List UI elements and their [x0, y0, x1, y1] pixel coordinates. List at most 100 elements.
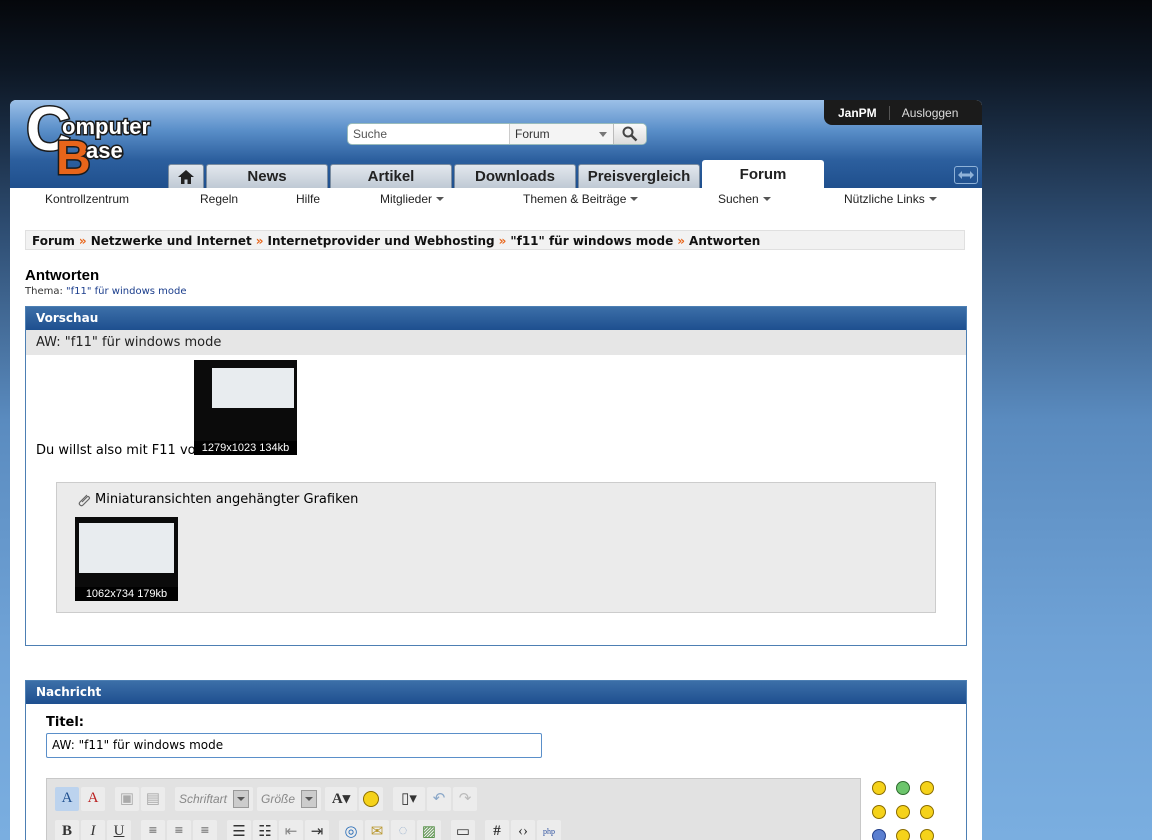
username-link[interactable]: JanPM	[824, 105, 890, 120]
php-code-button[interactable]: php	[537, 819, 561, 840]
search-scope-select[interactable]: Forum	[510, 124, 614, 144]
tab-forum[interactable]: Forum	[702, 160, 824, 188]
crumb-netzwerke[interactable]: Netzwerke und Internet	[91, 234, 252, 248]
crumb-sep: »	[498, 234, 507, 248]
bold-button[interactable]: B	[55, 819, 79, 840]
subnav-suchen[interactable]: Suchen	[718, 192, 771, 206]
preview-panel: Vorschau AW: "f11" für windows mode Du w…	[25, 306, 967, 646]
subnav-regeln[interactable]: Regeln	[200, 192, 238, 206]
paperclip-icon	[78, 494, 91, 506]
align-center-button[interactable]: ≡	[167, 819, 191, 840]
font-select-label: Schriftart	[179, 791, 228, 806]
logout-link[interactable]: Ausloggen	[890, 106, 959, 120]
forum-subnav: Kontrollzentrum Regeln Hilfe Mitglieder …	[10, 188, 982, 210]
tab-home[interactable]	[168, 164, 204, 188]
magnifier-icon	[622, 126, 638, 142]
insert-email-button[interactable]: ✉	[365, 819, 389, 840]
smilie-button[interactable]	[359, 786, 384, 811]
code-hash-button[interactable]: #	[485, 819, 509, 840]
expand-width-button[interactable]	[954, 166, 978, 184]
size-dropdown-arrow-icon	[301, 789, 318, 808]
indent-button[interactable]: ⇥	[305, 819, 329, 840]
grin-icon[interactable]	[896, 781, 910, 795]
search-box: Suche Forum	[347, 123, 647, 145]
thumb-screen	[79, 523, 174, 573]
unordered-list-button[interactable]: ☷	[253, 819, 277, 840]
inline-image-thumbnail[interactable]: 1279x1023 134kb	[194, 360, 297, 455]
search-input[interactable]: Suche	[348, 124, 510, 144]
smile-icon[interactable]	[872, 781, 886, 795]
home-icon	[178, 169, 194, 184]
underline-button[interactable]: U	[107, 819, 131, 840]
text-color-button[interactable]: A▾	[325, 786, 358, 811]
attachment-thumbnail[interactable]: 1062x734 179kb	[75, 517, 178, 601]
cool-icon[interactable]	[920, 805, 934, 819]
insert-image-button[interactable]: ▨	[417, 819, 441, 840]
attach-button[interactable]: ▯▾	[393, 786, 426, 811]
undo-button[interactable]: ↶	[427, 786, 452, 811]
attachment-caption: 1062x734 179kb	[75, 587, 178, 601]
tab-downloads[interactable]: Downloads	[454, 164, 576, 188]
computerbase-logo[interactable]: C omputer B ase	[24, 100, 174, 182]
crumb-provider[interactable]: Internetprovider und Webhosting	[268, 234, 495, 248]
crumb-sep: »	[255, 234, 264, 248]
breadcrumb: Forum» Netzwerke und Internet» Internetpro…	[25, 230, 965, 250]
subnav-links[interactable]: Nützliche Links	[844, 192, 937, 206]
outdent-button[interactable]: ⇤	[279, 819, 303, 840]
size-select[interactable]: Größe	[257, 786, 322, 811]
align-left-button[interactable]: ≡	[141, 819, 165, 840]
preview-text: Du willst also mit F11 von	[36, 443, 204, 458]
attachments-box: Miniaturansichten angehängter Grafiken 1…	[56, 482, 936, 613]
search-button[interactable]	[614, 124, 646, 144]
html-code-button[interactable]: ‹›	[511, 819, 535, 840]
font-dropdown-arrow-icon	[233, 789, 250, 808]
sad-icon[interactable]	[896, 805, 910, 819]
toolbar-row-2: B I U ≡ ≡ ≡ ☰ ☷ ⇤ ⇥ ◎ ✉ ◌ ▨ ▭ # ‹› php	[55, 819, 563, 840]
thread-link[interactable]: "f11" für windows mode	[66, 286, 186, 297]
ordered-list-button[interactable]: ☰	[227, 819, 251, 840]
insert-link-button[interactable]: ◎	[339, 819, 363, 840]
tab-preisvergleich[interactable]: Preisvergleich	[578, 164, 700, 188]
wink-icon[interactable]	[920, 781, 934, 795]
wysiwyg-toggle-button[interactable]: A	[55, 786, 79, 811]
font-select[interactable]: Schriftart	[175, 786, 254, 811]
subnav-themen[interactable]: Themen & Beiträge	[523, 192, 638, 206]
subnav-hilfe[interactable]: Hilfe	[296, 192, 320, 206]
main-tabs: News Artikel Downloads Preisvergleich Fo…	[168, 160, 826, 188]
paste-button[interactable]: ▣	[115, 786, 139, 811]
crumb-sep: »	[677, 234, 686, 248]
thread-reference: Thema: "f11" für windows mode	[25, 286, 187, 297]
subnav-mitglieder[interactable]: Mitglieder	[380, 192, 444, 206]
preview-body: Du willst also mit F11 von 1279x1023 134…	[26, 355, 966, 645]
inline-image-caption: 1279x1023 134kb	[194, 441, 297, 455]
tab-artikel[interactable]: Artikel	[330, 164, 452, 188]
remove-link-button[interactable]: ◌	[391, 819, 415, 840]
title-input[interactable]: AW: "f11" für windows mode	[46, 733, 542, 758]
blue-icon[interactable]	[872, 829, 886, 840]
subnav-kontrollzentrum[interactable]: Kontrollzentrum	[45, 192, 129, 206]
thema-label: Thema:	[25, 286, 63, 297]
attachments-label: Miniaturansichten angehängter Grafiken	[77, 492, 358, 507]
site-header: C omputer B ase JanPM Ausloggen Suche Fo…	[10, 100, 982, 188]
crumb-forum[interactable]: Forum	[32, 234, 75, 248]
align-right-button[interactable]: ≡	[193, 819, 217, 840]
thumb-screen	[212, 368, 294, 408]
redo-button[interactable]: ↷	[453, 786, 478, 811]
crumb-sep: »	[78, 234, 87, 248]
crumb-thread[interactable]: "f11" für windows mode	[510, 234, 673, 248]
attachments-title: Miniaturansichten angehängter Grafiken	[95, 492, 359, 507]
expand-arrows-icon	[958, 171, 974, 179]
size-select-label: Größe	[261, 791, 296, 806]
tab-news[interactable]: News	[206, 164, 328, 188]
remove-format-button[interactable]: A	[81, 786, 105, 811]
paste-text-button[interactable]: ▤	[141, 786, 165, 811]
confused-icon[interactable]	[896, 829, 910, 840]
editor-toolbar: A A ▣ ▤ Schriftart Größe A▾ ▯▾ ↶ ↷ B I U	[46, 778, 861, 840]
preview-header: Vorschau	[26, 307, 966, 330]
italic-button[interactable]: I	[81, 819, 105, 840]
quote-button[interactable]: ▭	[451, 819, 475, 840]
logo-text-2: ase	[86, 138, 123, 163]
happy-icon[interactable]	[872, 805, 886, 819]
frown-icon[interactable]	[920, 829, 934, 840]
title-label: Titel:	[46, 715, 85, 730]
